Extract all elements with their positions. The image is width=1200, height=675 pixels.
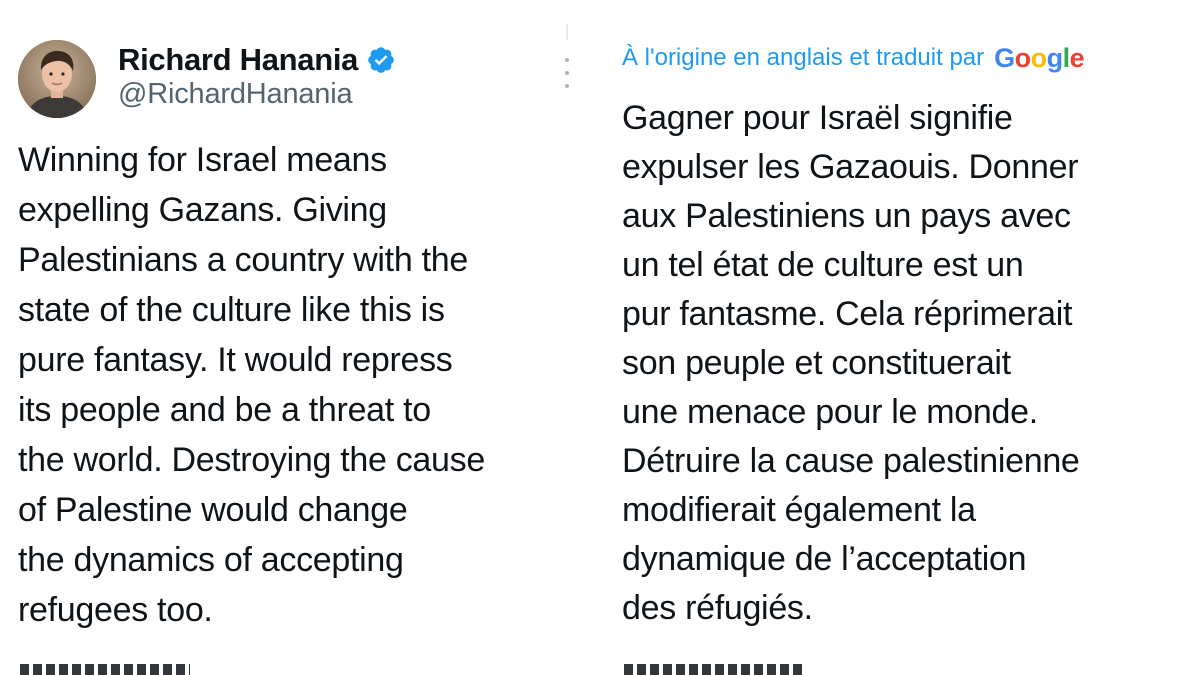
- tweet-text: Winning for Israel means expelling Gazan…: [18, 141, 485, 629]
- author-name[interactable]: Richard Hanania: [118, 42, 358, 78]
- translation-attribution[interactable]: À l'origine en anglais et traduit par Go…: [622, 40, 1085, 76]
- original-tweet: Richard Hanania @RichardHanania Winning …: [0, 0, 600, 675]
- google-logo-letter: o: [1014, 42, 1032, 73]
- avatar-photo: [18, 40, 96, 118]
- verified-badge-icon: [368, 47, 394, 73]
- google-logo-letter: o: [1030, 42, 1048, 73]
- cropped-text-fragment: [20, 664, 190, 675]
- google-logo: Google: [994, 42, 1085, 74]
- more-options-icon[interactable]: [560, 58, 574, 88]
- translated-text: Gagner pour Israël signifie expulser les…: [622, 99, 1080, 627]
- translation-label: À l'origine en anglais et traduit par: [622, 44, 985, 71]
- divider: [566, 24, 568, 40]
- author-avatar[interactable]: [18, 40, 96, 118]
- google-logo-letter: g: [1046, 42, 1064, 73]
- author-handle[interactable]: @RichardHanania: [118, 78, 353, 111]
- author-name-row: Richard Hanania: [118, 40, 396, 80]
- google-logo-letter: e: [1069, 42, 1085, 73]
- cropped-text-fragment: [624, 664, 804, 675]
- translated-tweet: À l'origine en anglais et traduit par Go…: [600, 0, 1200, 675]
- google-logo-letter: G: [994, 42, 1015, 73]
- google-logo-letter: l: [1062, 42, 1071, 73]
